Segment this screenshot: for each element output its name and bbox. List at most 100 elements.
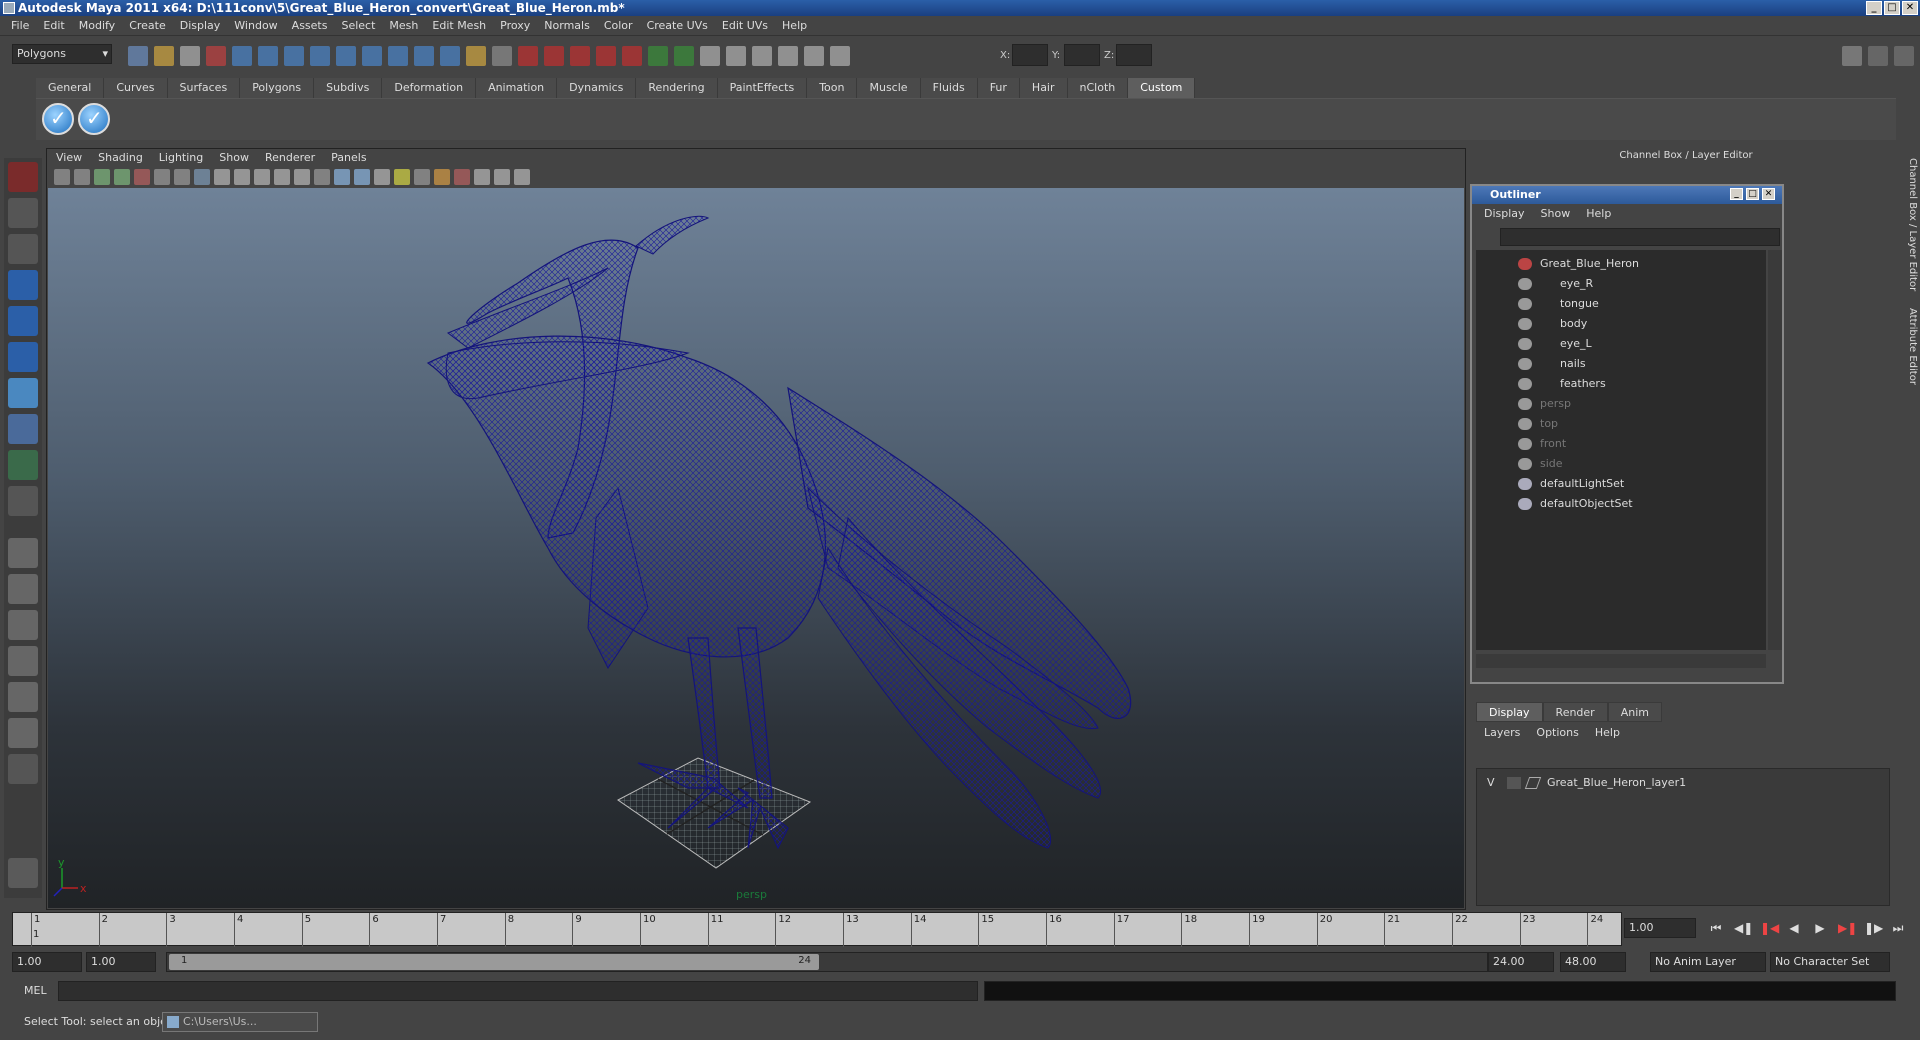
step-forward-icon[interactable]: ❚▶ (1864, 920, 1883, 936)
viewport-toolbar-icon[interactable] (454, 169, 470, 185)
viewport-menu-renderer[interactable]: Renderer (257, 150, 323, 166)
manipulator-tool-icon[interactable] (8, 378, 38, 408)
viewport-menu-shading[interactable]: Shading (90, 150, 151, 166)
outliner-close-button[interactable]: ✕ (1762, 188, 1775, 200)
statusline-tool-icon[interactable] (258, 46, 278, 66)
outliner-item-persp[interactable]: persp (1476, 394, 1766, 414)
perspective-viewport[interactable]: y x persp (48, 188, 1464, 908)
viewport-toolbar-icon[interactable] (294, 169, 310, 185)
menu-select[interactable]: Select (334, 19, 382, 32)
statusline-tool-icon[interactable] (804, 46, 824, 66)
show-manipulator-icon[interactable] (8, 450, 38, 480)
current-time-marker[interactable]: 1 (33, 929, 39, 940)
scale-tool-icon[interactable] (8, 342, 38, 372)
animation-end-field[interactable]: 48.00 (1560, 952, 1626, 972)
statusline-tool-icon[interactable] (206, 46, 226, 66)
outliner-item-defaultlightset[interactable]: defaultLightSet (1476, 474, 1766, 494)
menu-set-dropdown[interactable]: Polygons (12, 44, 112, 64)
shelf-tab-deformation[interactable]: Deformation (382, 78, 477, 98)
statusline-tool-icon[interactable] (336, 46, 356, 66)
viewport-toolbar-icon[interactable] (214, 169, 230, 185)
statusline-tool-icon[interactable] (726, 46, 746, 66)
statusline-tool-icon[interactable] (180, 46, 200, 66)
close-button[interactable]: ✕ (1902, 1, 1918, 15)
statusline-tool-icon[interactable] (830, 46, 850, 66)
shelf-tab-muscle[interactable]: Muscle (857, 78, 921, 98)
menu-window[interactable]: Window (227, 19, 284, 32)
statusline-tool-icon[interactable] (492, 46, 512, 66)
single-pane-layout-icon[interactable] (8, 538, 38, 568)
outliner-item-tongue[interactable]: tongue (1476, 294, 1766, 314)
statusline-tool-icon[interactable] (154, 46, 174, 66)
viewport-toolbar-icon[interactable] (374, 169, 390, 185)
viewport-toolbar-icon[interactable] (74, 169, 90, 185)
animation-start-field[interactable]: 1.00 (12, 952, 82, 972)
lasso-tool-icon[interactable] (8, 198, 38, 228)
statusline-tool-icon[interactable] (362, 46, 382, 66)
step-back-icon[interactable]: ◀❚ (1734, 920, 1753, 936)
statusline-tool-icon[interactable] (700, 46, 720, 66)
play-backwards-icon[interactable]: ◀ (1786, 920, 1802, 936)
current-frame-field[interactable]: 1.00 (1624, 918, 1696, 938)
viewport-toolbar-icon[interactable] (114, 169, 130, 185)
menu-assets[interactable]: Assets (285, 19, 335, 32)
viewport-toolbar-icon[interactable] (514, 169, 530, 185)
mel-label[interactable]: MEL (24, 984, 47, 997)
outliner-item-feathers[interactable]: feathers (1476, 374, 1766, 394)
shelf-tab-animation[interactable]: Animation (476, 78, 558, 98)
layer-menu-help[interactable]: Help (1587, 724, 1628, 742)
outliner-persp-layout-icon[interactable] (8, 610, 38, 640)
statusline-tool-icon[interactable] (440, 46, 460, 66)
viewport-menu-lighting[interactable]: Lighting (151, 150, 211, 166)
shelf-tab-fluids[interactable]: Fluids (920, 78, 978, 98)
viewport-toolbar-icon[interactable] (274, 169, 290, 185)
shelf-tab-rendering[interactable]: Rendering (636, 78, 718, 98)
viewport-toolbar-icon[interactable] (134, 169, 150, 185)
layer-template-toggle[interactable] (1507, 777, 1521, 789)
rotate-tool-icon[interactable] (8, 306, 38, 336)
hypershade-persp-layout-icon[interactable] (8, 682, 38, 712)
outliner-item-eye-l[interactable]: eye_L (1476, 334, 1766, 354)
z-input[interactable] (1116, 44, 1152, 66)
menu-edit-uvs[interactable]: Edit UVs (715, 19, 775, 32)
last-tool-icon[interactable] (8, 486, 38, 516)
menu-file[interactable]: File (4, 19, 36, 32)
layer-menu-layers[interactable]: Layers (1476, 724, 1528, 742)
viewport-toolbar-icon[interactable] (494, 169, 510, 185)
minimize-button[interactable]: _ (1866, 1, 1882, 15)
four-pane-layout-icon[interactable] (8, 574, 38, 604)
shelf-tab-fur[interactable]: Fur (977, 78, 1020, 98)
shelf-tab-ncloth[interactable]: nCloth (1067, 78, 1129, 98)
shelf-tab-toon[interactable]: Toon (807, 78, 858, 98)
shelf-check-icon[interactable] (78, 103, 110, 135)
viewport-toolbar-icon[interactable] (434, 169, 450, 185)
viewport-menu-view[interactable]: View (48, 150, 90, 166)
menu-modify[interactable]: Modify (72, 19, 122, 32)
playback-end-field[interactable]: 24.00 (1488, 952, 1554, 972)
menu-help[interactable]: Help (775, 19, 814, 32)
attribute-editor-side-tab[interactable]: Attribute Editor (1904, 308, 1918, 385)
shelf-check-icon[interactable] (42, 103, 74, 135)
layer-tab-display[interactable]: Display (1476, 702, 1543, 722)
anim-layer-dropdown[interactable]: No Anim Layer (1650, 952, 1766, 972)
shelf-tab-curves[interactable]: Curves (104, 78, 168, 98)
menu-create[interactable]: Create (122, 19, 173, 32)
menu-create-uvs[interactable]: Create UVs (640, 19, 715, 32)
shelf-tab-subdivs[interactable]: Subdivs (314, 78, 383, 98)
statusline-tool-icon[interactable] (648, 46, 668, 66)
y-input[interactable] (1064, 44, 1100, 66)
select-tool-icon[interactable] (8, 162, 38, 192)
viewport-toolbar-icon[interactable] (194, 169, 210, 185)
statusline-tool-icon[interactable] (518, 46, 538, 66)
statusline-tool-icon[interactable] (778, 46, 798, 66)
layer-color-icon[interactable] (1524, 777, 1542, 789)
outliner-minimize-button[interactable]: _ (1730, 188, 1743, 200)
outliner-menu-display[interactable]: Display (1476, 204, 1533, 224)
paint-select-tool-icon[interactable] (8, 234, 38, 264)
viewport-menu-show[interactable]: Show (211, 150, 257, 166)
layer-tab-anim[interactable]: Anim (1607, 702, 1662, 722)
outliner-menu-show[interactable]: Show (1533, 204, 1579, 224)
statusline-tool-icon[interactable] (310, 46, 330, 66)
move-tool-icon[interactable] (8, 270, 38, 300)
go-to-end-icon[interactable]: ⏭ (1890, 920, 1906, 936)
